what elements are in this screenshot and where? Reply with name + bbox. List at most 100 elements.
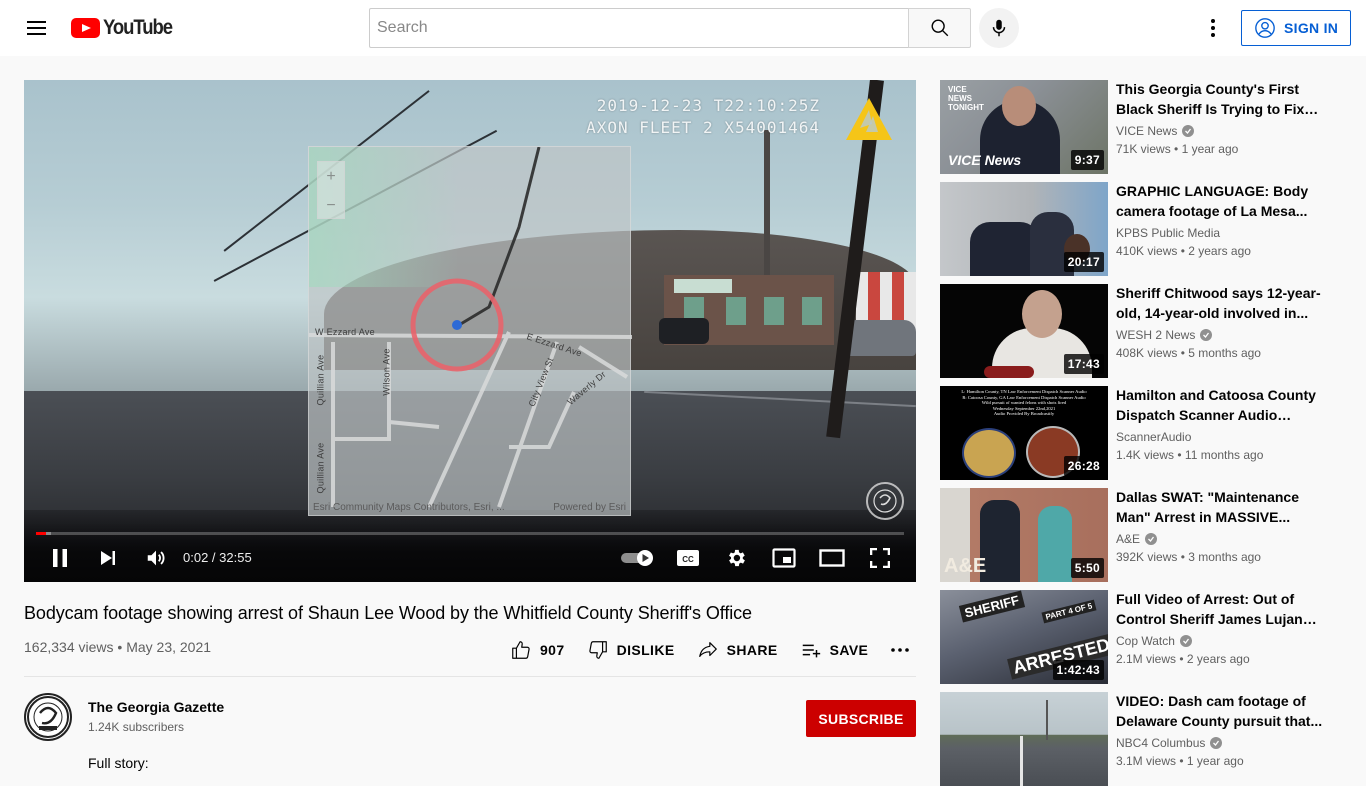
dislike-button[interactable]: DISLIKE xyxy=(587,632,675,668)
youtube-play-icon xyxy=(71,18,100,38)
theater-mode-icon xyxy=(819,549,845,567)
video-thumbnail[interactable]: 17:43 xyxy=(940,284,1108,378)
next-button[interactable] xyxy=(92,540,124,576)
gear-icon xyxy=(729,549,745,567)
hamburger-line xyxy=(27,27,46,29)
thumb-figure xyxy=(1038,506,1072,582)
youtube-logo[interactable]: YouTube xyxy=(71,16,181,40)
hamburger-menu-icon xyxy=(27,21,46,23)
fullscreen-button[interactable] xyxy=(864,540,896,576)
recommended-channel: VICE News xyxy=(1116,124,1195,138)
masthead: YouTube SIGN IN xyxy=(0,0,1366,56)
building-window xyxy=(726,297,746,325)
building-window xyxy=(764,297,784,325)
thumb-text: SHERIFF xyxy=(958,590,1025,623)
horizontal-dots-icon xyxy=(891,648,910,652)
search-bar xyxy=(369,8,971,48)
channel-label: Cop Watch xyxy=(1116,634,1175,648)
save-button[interactable]: SAVE xyxy=(800,632,869,668)
settings-more-button[interactable] xyxy=(1197,12,1229,44)
recommended-title[interactable]: Sheriff Chitwood says 12-year-old, 14-ye… xyxy=(1116,283,1324,323)
thumb-logo-text: A&E xyxy=(944,555,987,577)
dislike-label: DISLIKE xyxy=(616,642,675,658)
video-thumbnail[interactable]: 20:17 xyxy=(940,182,1108,276)
rec-age: 11 months ago xyxy=(1184,448,1264,462)
logo-text: YouTube xyxy=(103,16,173,39)
rec-age: 2 years ago xyxy=(1186,652,1250,666)
video-title: Bodycam footage showing arrest of Shaun … xyxy=(24,603,752,623)
thumb-brand-text: VICE NEWS TONIGHT xyxy=(948,85,984,112)
video-thumbnail[interactable]: SHERIFF PART 4 OF 5 ARRESTED 1:42:43 xyxy=(940,590,1108,684)
channel-label: WESH 2 News xyxy=(1116,328,1196,342)
recommended-video[interactable]: A&E 5:50 Dallas SWAT: "Maintenance Man" … xyxy=(940,488,1340,582)
subtitles-button[interactable]: CC xyxy=(672,540,704,576)
map-street-label: Quillian Ave xyxy=(315,442,326,494)
recommended-channel: NBC4 Columbus xyxy=(1116,736,1223,750)
thumb-text: PART 4 OF 5 xyxy=(1041,599,1097,624)
video-meta: 162,334 views • May 23, 2021 xyxy=(24,639,211,655)
recommended-video[interactable]: SHERIFF PART 4 OF 5 ARRESTED 1:42:43 Ful… xyxy=(940,590,1340,684)
recommended-title[interactable]: Hamilton and Catoosa County Dispatch Sca… xyxy=(1116,385,1324,425)
recommended-title[interactable]: VIDEO: Dash cam footage of Delaware Coun… xyxy=(1116,691,1324,731)
recommended-video[interactable]: VIDEO: Dash cam footage of Delaware Coun… xyxy=(940,692,1340,786)
mute-button[interactable] xyxy=(140,540,172,576)
view-count: 162,334 views xyxy=(24,639,114,655)
search-input[interactable] xyxy=(369,8,908,48)
miniplayer-icon xyxy=(772,548,796,568)
voice-search-button[interactable] xyxy=(979,8,1019,48)
save-label: SAVE xyxy=(829,642,869,658)
volume-icon xyxy=(147,550,165,566)
like-button[interactable]: 907 xyxy=(510,632,565,668)
time-display: 0:02 / 32:55 xyxy=(183,550,252,565)
theater-mode-button[interactable] xyxy=(816,540,848,576)
recommended-title[interactable]: Full Video of Arrest: Out of Control She… xyxy=(1116,589,1324,629)
video-thumbnail[interactable] xyxy=(940,692,1108,786)
video-thumbnail[interactable]: L: Hamilton County, TN Law Enforcement D… xyxy=(940,386,1108,480)
more-actions-button[interactable] xyxy=(890,632,918,668)
recommended-meta: 392K views • 3 months ago xyxy=(1116,550,1261,564)
subscribe-button[interactable]: SUBSCRIBE xyxy=(806,700,916,737)
channel-watermark-icon[interactable] xyxy=(866,482,904,520)
rec-views: 408K views xyxy=(1116,346,1178,360)
search-button[interactable] xyxy=(908,8,971,48)
recommended-video[interactable]: 17:43 Sheriff Chitwood says 12-year-old,… xyxy=(940,284,1340,378)
video-duration: 20:17 xyxy=(1063,252,1104,272)
overlay-timestamp: 2019-12-23 T22:10:25Z xyxy=(596,96,820,115)
progress-bar[interactable] xyxy=(36,532,904,535)
account-circle-icon xyxy=(1255,18,1275,38)
rec-views: 3.1M views xyxy=(1116,754,1177,768)
channel-name[interactable]: The Georgia Gazette xyxy=(88,699,224,715)
recommended-video[interactable]: VICE NEWS TONIGHT VICE News 9:37 This Ge… xyxy=(940,80,1340,174)
video-player[interactable]: 2019-12-23 T22:10:25Z AXON FLEET 2 X5400… xyxy=(24,80,916,582)
channel-avatar[interactable] xyxy=(24,693,72,741)
autoplay-toggle[interactable] xyxy=(618,540,658,576)
skip-next-icon xyxy=(101,551,115,565)
channel-label: NBC4 Columbus xyxy=(1116,736,1206,750)
video-duration: 26:28 xyxy=(1063,456,1104,476)
recommended-channel: Cop Watch xyxy=(1116,634,1192,648)
video-thumbnail[interactable]: VICE NEWS TONIGHT VICE News 9:37 xyxy=(940,80,1108,174)
verified-badge-icon xyxy=(1200,329,1213,341)
share-button[interactable]: SHARE xyxy=(697,632,778,668)
recommended-title[interactable]: Dallas SWAT: "Maintenance Man" Arrest in… xyxy=(1116,487,1324,527)
video-description: Full story: xyxy=(88,755,149,771)
video-actions: 907 DISLIKE SHARE SAVE xyxy=(510,632,934,668)
video-thumbnail[interactable]: A&E 5:50 xyxy=(940,488,1108,582)
recommended-video[interactable]: L: Hamilton County, TN Law Enforcement D… xyxy=(940,386,1340,480)
recommended-title[interactable]: This Georgia County's First Black Sherif… xyxy=(1116,79,1324,119)
recommended-video[interactable]: 20:17 GRAPHIC LANGUAGE: Body camera foot… xyxy=(940,182,1340,276)
thumb-mics xyxy=(984,366,1034,378)
sign-in-button[interactable]: SIGN IN xyxy=(1241,10,1351,46)
rec-age: 3 months ago xyxy=(1188,550,1261,564)
miniplayer-button[interactable] xyxy=(768,540,800,576)
hamburger-line xyxy=(27,33,46,35)
fullscreen-icon xyxy=(870,548,890,568)
settings-button[interactable] xyxy=(720,540,752,576)
scene-car xyxy=(844,320,916,356)
map-street-label: W Ezzard Ave xyxy=(315,327,375,337)
pause-button[interactable] xyxy=(44,540,76,576)
recommended-title[interactable]: GRAPHIC LANGUAGE: Body camera footage of… xyxy=(1116,181,1324,221)
menu-button[interactable] xyxy=(20,12,52,44)
recommended-meta: 1.4K views • 11 months ago xyxy=(1116,448,1264,462)
share-arrow-icon xyxy=(698,642,717,658)
